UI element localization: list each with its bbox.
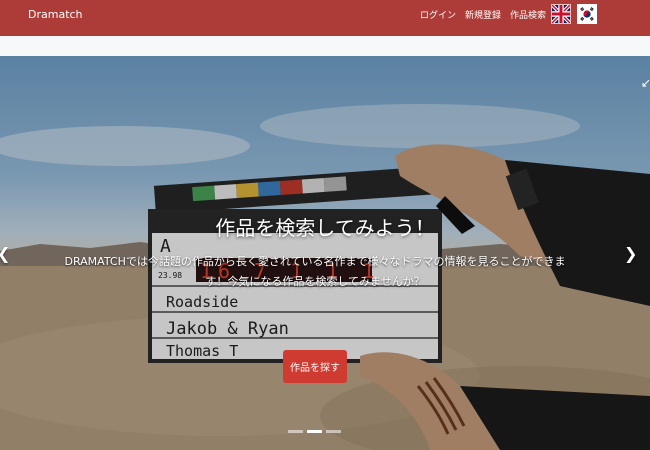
uk-flag-icon[interactable]	[550, 3, 572, 25]
corner-arrow-icon: ↙	[641, 76, 650, 90]
register-link[interactable]: 新規登録	[465, 8, 501, 21]
find-works-button[interactable]: 作品を探す	[283, 350, 347, 383]
nav-links: ログイン 新規登録 作品検索	[420, 8, 546, 21]
navbar: Dramatch ログイン 新規登録 作品検索	[0, 0, 650, 36]
hero-carousel: A 23.98 16 7 1 1 1 Roadside Jakob & Ryan…	[0, 56, 650, 450]
hero-description: DRAMATCHでは今話題の作品から長く愛されている名作まで様々なドラマの情報を…	[64, 255, 566, 288]
carousel-prev-icon[interactable]: ❮	[0, 244, 10, 263]
navbar-spacer	[0, 36, 650, 56]
hero-title: 作品を検索してみよう！	[215, 216, 435, 240]
login-link[interactable]: ログイン	[420, 8, 456, 21]
carousel-indicator-1[interactable]	[288, 430, 303, 433]
search-works-link[interactable]: 作品検索	[510, 8, 546, 21]
carousel-indicator-3[interactable]	[326, 430, 341, 433]
korea-flag-icon[interactable]	[577, 4, 597, 24]
carousel-indicator-2[interactable]	[307, 430, 322, 433]
brand-logo[interactable]: Dramatch	[28, 8, 83, 21]
carousel-indicators	[288, 430, 341, 433]
carousel-next-icon[interactable]: ❯	[624, 244, 637, 263]
